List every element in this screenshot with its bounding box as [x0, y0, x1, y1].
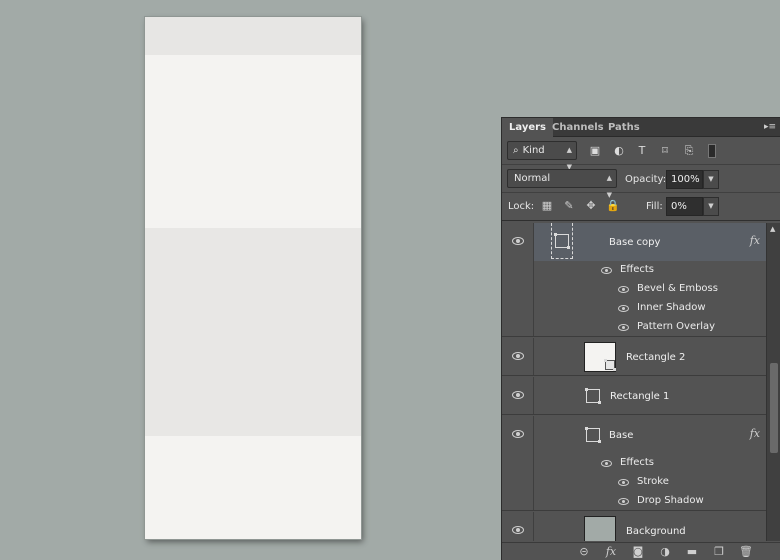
layer-name[interactable]: Rectangle 1 — [610, 391, 669, 402]
canvas-band-bottom — [145, 436, 361, 539]
layer-visibility-column — [502, 512, 534, 541]
new-layer-icon[interactable]: ❐ — [712, 545, 726, 559]
link-layers-icon[interactable]: ⊝ — [577, 545, 591, 559]
effects-label: Effects — [620, 264, 654, 275]
blend-mode-value: Normal — [514, 173, 551, 184]
adjustment-filter-icon[interactable]: ◐ — [612, 144, 626, 158]
eye-icon[interactable] — [512, 352, 524, 360]
eye-icon[interactable] — [618, 479, 629, 486]
scrollbar-thumb[interactable] — [770, 363, 778, 453]
delete-layer-icon[interactable]: 🗑 — [739, 545, 753, 559]
lock-row: Lock: ▦ ✎ ✥ 🔒 Fill: 0% ▼ — [502, 194, 780, 221]
eye-icon[interactable] — [512, 237, 524, 245]
vector-shape-icon — [604, 359, 616, 371]
lock-transparent-icon[interactable]: ▦ — [540, 199, 554, 213]
vector-shape-icon — [554, 233, 570, 249]
canvas-band-top — [145, 17, 361, 55]
eye-icon[interactable] — [512, 526, 524, 534]
eye-icon[interactable] — [512, 430, 524, 438]
opacity-label: Opacity: — [625, 174, 667, 185]
lock-image-icon[interactable]: ✎ — [562, 199, 576, 213]
effects-label: Effects — [620, 457, 654, 468]
fill-dropdown-icon[interactable]: ▼ — [703, 197, 719, 216]
layer-visibility-column — [502, 338, 534, 375]
effect-item[interactable]: Stroke — [637, 476, 669, 487]
opacity-dropdown-icon[interactable]: ▼ — [703, 170, 719, 189]
panel-menu-icon[interactable]: ▸≡ — [762, 121, 776, 133]
layer-list: Base copy fx Effects Bevel & Emboss Inne… — [502, 223, 766, 541]
eye-icon[interactable] — [618, 286, 629, 293]
layer-row[interactable]: Base copy fx Effects Bevel & Emboss Inne… — [502, 223, 766, 337]
document-canvas[interactable] — [145, 17, 361, 539]
lock-all-icon[interactable]: 🔒 — [606, 199, 620, 213]
layer-thumbnail — [584, 516, 616, 541]
lock-position-icon[interactable]: ✥ — [584, 199, 598, 213]
vector-shape-icon — [585, 427, 601, 443]
layer-name[interactable]: Background — [626, 526, 686, 537]
layer-row[interactable]: Base fx Effects Stroke Drop Shadow — [502, 416, 766, 511]
layer-row[interactable]: Rectangle 2 — [502, 338, 766, 376]
layer-visibility-column — [502, 377, 534, 414]
eye-icon[interactable] — [618, 498, 629, 505]
add-mask-icon[interactable]: ◙ — [631, 545, 645, 559]
layer-visibility-column — [502, 223, 534, 336]
opacity-input[interactable]: 100% — [666, 170, 703, 189]
panel-tabs: Layers Channels Paths ▸≡ — [502, 118, 780, 138]
filter-kind-select[interactable]: ⌕ Kind ▲ ▼ — [507, 141, 577, 171]
new-adjustment-icon[interactable]: ◑ — [658, 545, 672, 559]
search-icon: ⌕ — [513, 145, 519, 156]
effect-item[interactable]: Pattern Overlay — [637, 321, 715, 332]
filter-row: ⌕ Kind ▲ ▼ ▣ ◐ T ⌑ ⎘ — [502, 138, 780, 171]
filter-kind-label: Kind — [522, 145, 545, 156]
panel-footer: ⊝ fx ◙ ◑ ▬ ❐ 🗑 — [502, 542, 780, 560]
filter-toggle-icon[interactable] — [708, 144, 716, 158]
layer-name[interactable]: Rectangle 2 — [626, 352, 685, 363]
layer-name[interactable]: Base copy — [609, 237, 660, 248]
layer-visibility-column — [502, 416, 534, 510]
type-filter-icon[interactable]: T — [635, 144, 649, 158]
fx-icon[interactable]: fx — [750, 234, 760, 247]
shape-filter-icon[interactable]: ⌑ — [658, 144, 672, 158]
fx-icon[interactable]: fx — [750, 427, 760, 440]
image-filter-icon[interactable]: ▣ — [588, 144, 602, 158]
smart-object-filter-icon[interactable]: ⎘ — [682, 144, 696, 158]
canvas-band-light — [145, 55, 361, 228]
effect-item[interactable]: Bevel & Emboss — [637, 283, 718, 294]
eye-icon[interactable] — [618, 305, 629, 312]
tab-paths[interactable]: Paths — [601, 118, 647, 137]
new-group-icon[interactable]: ▬ — [685, 545, 699, 559]
eye-icon[interactable] — [601, 460, 612, 467]
layer-name[interactable]: Base — [609, 430, 633, 441]
eye-icon[interactable] — [512, 391, 524, 399]
blend-row: Normal ▲ ▼ Opacity: 100% ▼ — [502, 166, 780, 199]
layers-panel: Layers Channels Paths ▸≡ ⌕ Kind ▲ ▼ ▣ ◐ T … — [501, 117, 780, 560]
canvas-band-mid — [145, 228, 361, 436]
effect-item[interactable]: Inner Shadow — [637, 302, 706, 313]
scroll-up-icon[interactable]: ▲ — [770, 225, 775, 233]
eye-icon[interactable] — [601, 267, 612, 274]
layer-row[interactable]: Rectangle 1 — [502, 377, 766, 415]
layer-list-scrollbar[interactable]: ▲ — [766, 223, 780, 541]
add-style-icon[interactable]: fx — [604, 545, 618, 559]
vector-shape-icon — [585, 388, 601, 404]
fill-input[interactable]: 0% — [666, 197, 703, 216]
eye-icon[interactable] — [618, 324, 629, 331]
layer-row[interactable]: Background — [502, 512, 766, 541]
blend-mode-select[interactable]: Normal ▲ ▼ — [507, 169, 617, 199]
lock-label: Lock: — [508, 201, 535, 212]
fill-label: Fill: — [646, 201, 663, 212]
effect-item[interactable]: Drop Shadow — [637, 495, 704, 506]
